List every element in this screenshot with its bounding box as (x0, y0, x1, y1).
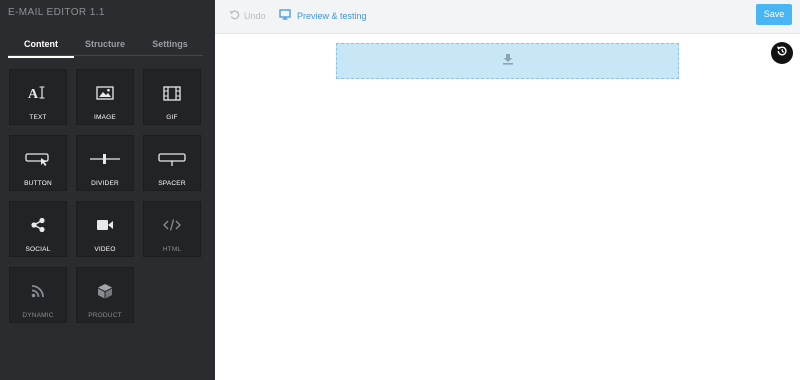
block-label: PRODUCT (88, 312, 122, 319)
spacer-icon (144, 150, 200, 168)
svg-text:A: A (28, 87, 39, 101)
sidebar: E-MAIL EDITOR 1.1 Content Structure Sett… (0, 0, 215, 380)
block-dynamic[interactable]: DYNAMIC (9, 267, 67, 323)
block-label: GIF (166, 114, 178, 121)
block-label: DIVIDER (91, 180, 119, 187)
block-label: HTML (162, 246, 182, 253)
app-title: E-MAIL EDITOR 1.1 (8, 7, 105, 18)
block-label: TEXT (29, 114, 47, 121)
block-text[interactable]: A TEXT (9, 69, 67, 125)
block-spacer[interactable]: SPACER (143, 135, 201, 191)
share-icon (10, 216, 66, 234)
drop-zone[interactable] (336, 43, 679, 79)
block-divider[interactable]: DIVIDER (76, 135, 134, 191)
download-icon (502, 52, 514, 70)
block-image[interactable]: IMAGE (76, 69, 134, 125)
tabs-divider (8, 55, 203, 56)
image-icon (77, 84, 133, 102)
monitor-icon (279, 9, 291, 22)
block-label: SPACER (158, 180, 186, 187)
divider-icon (77, 150, 133, 168)
video-icon (77, 216, 133, 234)
block-social[interactable]: SOCIAL (9, 201, 67, 257)
text-icon: A (10, 84, 66, 102)
undo-icon (229, 9, 240, 22)
block-product[interactable]: PRODUCT (76, 267, 134, 323)
sidebar-tabs: Content Structure Settings (8, 36, 203, 58)
block-button[interactable]: BUTTON (9, 135, 67, 191)
history-icon (776, 44, 788, 62)
block-label: DYNAMIC (22, 312, 54, 319)
tab-structure[interactable]: Structure (74, 36, 136, 56)
preview-label: Preview & testing (297, 10, 367, 21)
block-html[interactable]: HTML (143, 201, 201, 257)
undo-label: Undo (244, 10, 266, 21)
top-toolbar: Undo Preview & testing Save (215, 0, 800, 34)
block-gif[interactable]: GIF (143, 69, 201, 125)
preview-button[interactable]: Preview & testing (279, 9, 367, 22)
block-label: VIDEO (94, 246, 116, 253)
history-button[interactable] (771, 42, 793, 64)
tab-settings[interactable]: Settings (138, 36, 202, 56)
code-icon (144, 216, 200, 234)
save-button[interactable]: Save (756, 4, 792, 25)
block-label: SOCIAL (25, 246, 51, 253)
rss-icon (10, 282, 66, 300)
box-icon (77, 282, 133, 300)
film-icon (144, 84, 200, 102)
button-icon (10, 150, 66, 168)
block-label: IMAGE (94, 114, 116, 121)
undo-button[interactable]: Undo (229, 9, 266, 22)
block-label: BUTTON (24, 180, 52, 187)
block-video[interactable]: VIDEO (76, 201, 134, 257)
